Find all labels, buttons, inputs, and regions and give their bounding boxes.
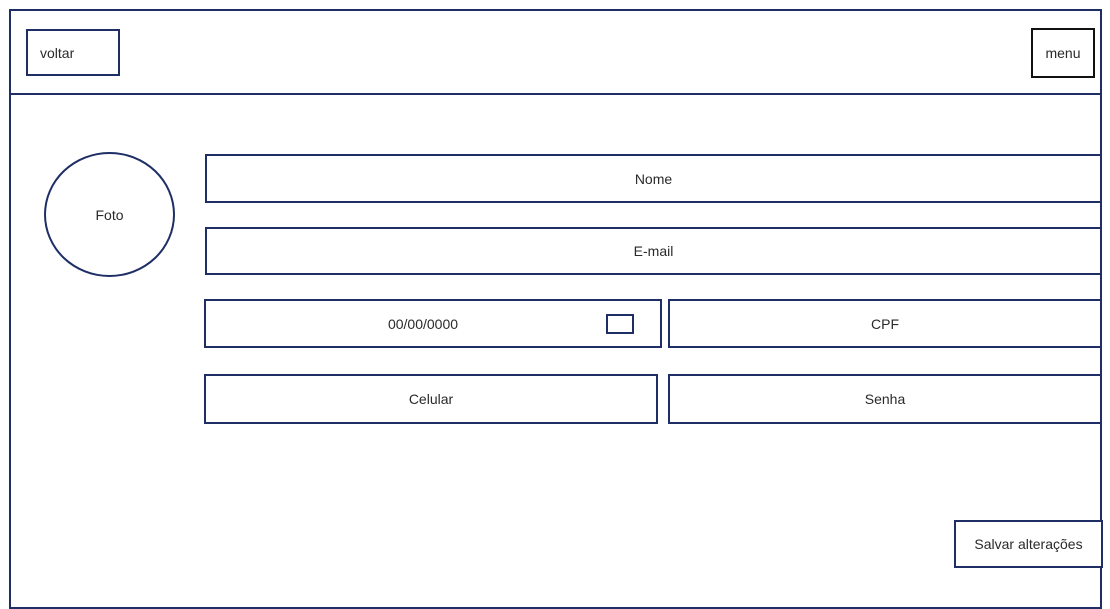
birthdate-field[interactable]: 00/00/0000 xyxy=(204,299,662,348)
menu-button[interactable]: menu xyxy=(1031,28,1095,78)
back-button[interactable]: voltar xyxy=(26,29,120,76)
save-changes-label: Salvar alterações xyxy=(974,536,1083,552)
back-button-label: voltar xyxy=(40,44,75,61)
email-field-placeholder: E-mail xyxy=(633,243,674,259)
phone-field[interactable]: Celular xyxy=(204,374,658,424)
password-field-placeholder: Senha xyxy=(864,391,906,407)
phone-field-placeholder: Celular xyxy=(408,391,454,407)
birthdate-value: 00/00/0000 xyxy=(387,315,459,332)
header-divider xyxy=(9,93,1102,95)
password-field[interactable]: Senha xyxy=(668,374,1102,424)
profile-photo-label: Foto xyxy=(95,206,124,223)
menu-button-label: menu xyxy=(1045,45,1081,61)
name-field-placeholder: Nome xyxy=(634,170,673,187)
calendar-icon[interactable] xyxy=(606,314,634,334)
profile-photo[interactable]: Foto xyxy=(44,152,175,277)
email-field[interactable]: E-mail xyxy=(205,227,1102,275)
save-changes-button[interactable]: Salvar alterações xyxy=(954,520,1103,568)
name-field[interactable]: Nome xyxy=(205,154,1102,203)
cpf-field-placeholder: CPF xyxy=(871,315,899,332)
cpf-field[interactable]: CPF xyxy=(668,299,1102,348)
